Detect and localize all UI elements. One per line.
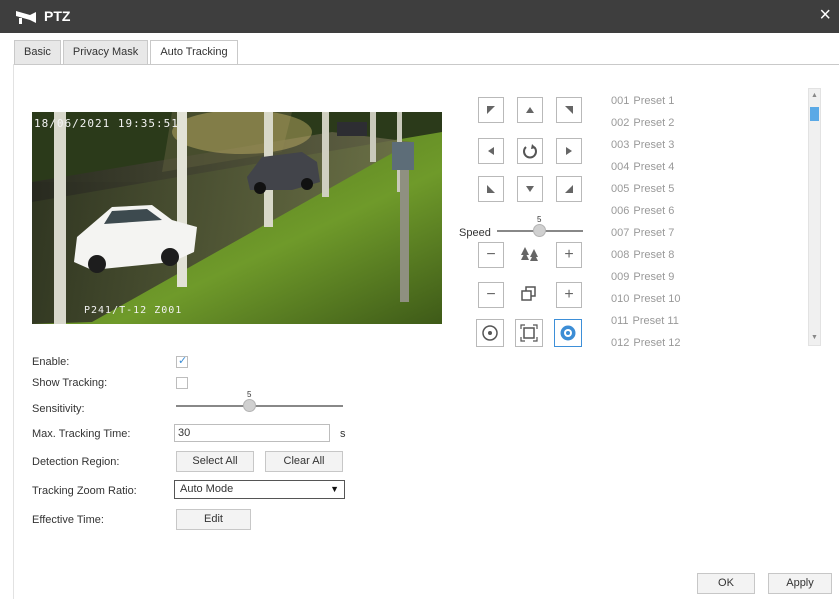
- video-timestamp: 18/06/2021 19:35:51: [34, 117, 179, 130]
- window-title: PTZ: [44, 8, 71, 24]
- sensitivity-label: Sensitivity:: [32, 403, 85, 415]
- speed-slider-thumb[interactable]: [533, 224, 546, 237]
- pan-up-right-button[interactable]: [556, 97, 582, 123]
- auto-scan-button[interactable]: [517, 138, 543, 164]
- dropdown-arrow-icon: ▼: [330, 484, 339, 494]
- preset-item[interactable]: 002 Preset 2: [607, 112, 817, 134]
- panel-border: [13, 64, 14, 599]
- speed-value: 5: [537, 215, 542, 224]
- preset-item[interactable]: 005 Preset 5: [607, 178, 817, 200]
- scroll-up-icon[interactable]: ▲: [809, 89, 820, 103]
- preset-list: 001 Preset 1 002 Preset 2 003 Preset 3 004 P…: [607, 90, 817, 354]
- tracking-zoom-ratio-label: Tracking Zoom Ratio:: [32, 485, 137, 497]
- preset-item[interactable]: 009 Preset 9: [607, 266, 817, 288]
- rotate-icon: [523, 144, 537, 159]
- edit-button[interactable]: Edit: [176, 509, 251, 530]
- home-position-button[interactable]: [476, 319, 504, 347]
- tilt-down-button[interactable]: [517, 176, 543, 202]
- tab-divider: [14, 64, 839, 65]
- copy-icon: [521, 286, 537, 305]
- tilt-up-button[interactable]: [517, 97, 543, 123]
- arrow-up-right-icon: [565, 106, 573, 114]
- zoom-out-button[interactable]: −: [478, 242, 504, 268]
- max-tracking-time-label: Max. Tracking Time:: [32, 428, 131, 440]
- ok-button[interactable]: OK: [697, 573, 755, 594]
- arrow-up-left-icon: [487, 106, 495, 114]
- tab-basic[interactable]: Basic: [14, 40, 61, 65]
- ptz-camera-icon: [16, 11, 36, 24]
- pan-down-left-button[interactable]: [478, 176, 504, 202]
- arrow-down-icon: [526, 186, 534, 192]
- preset-item[interactable]: 001 Preset 1: [607, 90, 817, 112]
- region-select-icon: [520, 324, 538, 342]
- tracking-icon: [560, 325, 576, 341]
- close-icon[interactable]: ×: [819, 5, 831, 25]
- arrow-right-icon: [566, 147, 572, 155]
- arrow-left-icon: [488, 147, 494, 155]
- preset-item[interactable]: 003 Preset 3: [607, 134, 817, 156]
- tracking-zoom-ratio-select[interactable]: Auto Mode ▼: [174, 480, 345, 499]
- speed-label: Speed: [459, 227, 491, 239]
- video-camera-label: P241/T-12 Z001: [84, 305, 183, 316]
- effective-time-label: Effective Time:: [32, 514, 104, 526]
- checkmark-icon: ✓: [178, 355, 188, 367]
- focus-icon: [520, 246, 540, 267]
- detection-region-label: Detection Region:: [32, 456, 120, 468]
- iris-close-button[interactable]: −: [478, 282, 504, 308]
- auto-tracking-button[interactable]: [554, 319, 582, 347]
- live-video-preview[interactable]: 18/06/2021 19:35:51 P241/T-12 Z001: [32, 112, 442, 324]
- max-tracking-time-input[interactable]: 30: [174, 424, 330, 442]
- scroll-down-icon[interactable]: ▼: [809, 331, 820, 345]
- sensitivity-value: 5: [247, 390, 252, 399]
- region-zoom-button[interactable]: [515, 319, 543, 347]
- show-tracking-checkbox[interactable]: [176, 377, 188, 389]
- iris-open-button[interactable]: +: [556, 282, 582, 308]
- preset-item[interactable]: 007 Preset 7: [607, 222, 817, 244]
- pan-left-button[interactable]: [478, 138, 504, 164]
- pan-up-left-button[interactable]: [478, 97, 504, 123]
- zoom-in-button[interactable]: +: [556, 242, 582, 268]
- show-tracking-label: Show Tracking:: [32, 377, 108, 389]
- enable-checkbox[interactable]: ✓: [176, 355, 188, 368]
- sensitivity-slider-track[interactable]: [176, 405, 343, 407]
- select-all-button[interactable]: Select All: [176, 451, 254, 472]
- seconds-unit: s: [340, 428, 346, 440]
- preset-item[interactable]: 004 Preset 4: [607, 156, 817, 178]
- preset-scrollbar[interactable]: ▲ ▼: [808, 88, 821, 346]
- clear-all-button[interactable]: Clear All: [265, 451, 343, 472]
- preset-item[interactable]: 010 Preset 10: [607, 288, 817, 310]
- title-bar: PTZ ×: [0, 0, 839, 33]
- arrow-down-left-icon: [487, 185, 495, 193]
- video-scene: [32, 112, 442, 324]
- pan-down-right-button[interactable]: [556, 176, 582, 202]
- preset-item[interactable]: 006 Preset 6: [607, 200, 817, 222]
- preset-item[interactable]: 011 Preset 11: [607, 310, 817, 332]
- arrow-down-right-icon: [565, 185, 573, 193]
- enable-label: Enable:: [32, 356, 70, 368]
- tab-privacy-mask[interactable]: Privacy Mask: [62, 40, 149, 65]
- preset-item[interactable]: 008 Preset 8: [607, 244, 817, 266]
- apply-button[interactable]: Apply: [768, 573, 832, 594]
- pan-right-button[interactable]: [556, 138, 582, 164]
- arrow-up-icon: [526, 107, 534, 113]
- circle-target-icon: [482, 325, 498, 341]
- preset-item[interactable]: 012 Preset 12: [607, 332, 817, 354]
- sensitivity-slider-thumb[interactable]: [243, 399, 256, 412]
- tab-bar: Basic Privacy Mask Auto Tracking: [14, 40, 240, 65]
- scrollbar-thumb[interactable]: [810, 107, 819, 121]
- tab-auto-tracking[interactable]: Auto Tracking: [150, 40, 238, 65]
